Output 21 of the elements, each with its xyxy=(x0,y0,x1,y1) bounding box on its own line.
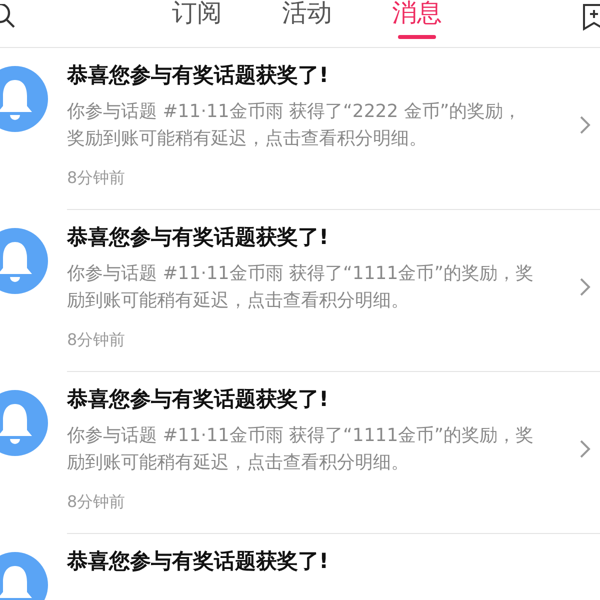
message-title: 恭喜您参与有奖话题获奖了! xyxy=(67,548,330,575)
message-item[interactable]: 恭喜您参与有奖话题获奖了! 你参与话题 #11·11金币雨 获得了“1111金币”的奖励，奖励到账可能稍有延迟，点击查看积分明细。 8分钟前 xyxy=(0,372,600,534)
message-time: 8分钟前 xyxy=(67,330,126,351)
tab[interactable]: 订阅 xyxy=(170,0,224,47)
message-time: 8分钟前 xyxy=(67,492,126,513)
tab[interactable]: 消息 xyxy=(390,0,444,47)
message-text: 你参与话题 #11·11金币雨 获得了“2222 金币”的奖励，奖励到账可能稍有延迟，点击查看积分明细。 xyxy=(67,100,522,151)
message-item[interactable]: 恭喜您参与有奖话题获奖了! 你参与话题 #11·11金币雨 获得了“1111金币”的奖励，奖励到账可能稍有延迟，点击查看积分明细。 8分钟前 xyxy=(0,210,600,372)
bookmark-plus-icon[interactable] xyxy=(582,2,600,30)
tab[interactable]: 活动 xyxy=(280,0,334,47)
message-item[interactable]: 恭喜您参与有奖话题获奖了! 你参与话题 #11·11金币雨 获得了“2222 金币”的奖励，奖励到账可能稍有延迟，点击查看积分明细。 8分钟前 xyxy=(0,48,600,210)
message-title: 恭喜您参与有奖话题获奖了! xyxy=(67,386,330,413)
message-title: 恭喜您参与有奖话题获奖了! xyxy=(67,62,330,89)
message-text: 你参与话题 #11·11金币雨 获得了“1111金币”的奖励，奖励到账可能稍有延迟，点击查看积分明细。 xyxy=(67,424,535,475)
message-time: 8分钟前 xyxy=(67,168,126,189)
message-text: 你参与话题 #11·11金币雨 获得了“1111金币”的奖励，奖励到账可能稍有延迟，点击查看积分明细。 xyxy=(67,262,535,313)
chevron-right-icon xyxy=(579,277,591,297)
message-item[interactable]: 恭喜您参与有奖话题获奖了! xyxy=(0,534,600,600)
chevron-right-icon xyxy=(579,439,591,459)
chevron-right-icon xyxy=(579,115,591,135)
message-title: 恭喜您参与有奖话题获奖了! xyxy=(67,224,330,251)
